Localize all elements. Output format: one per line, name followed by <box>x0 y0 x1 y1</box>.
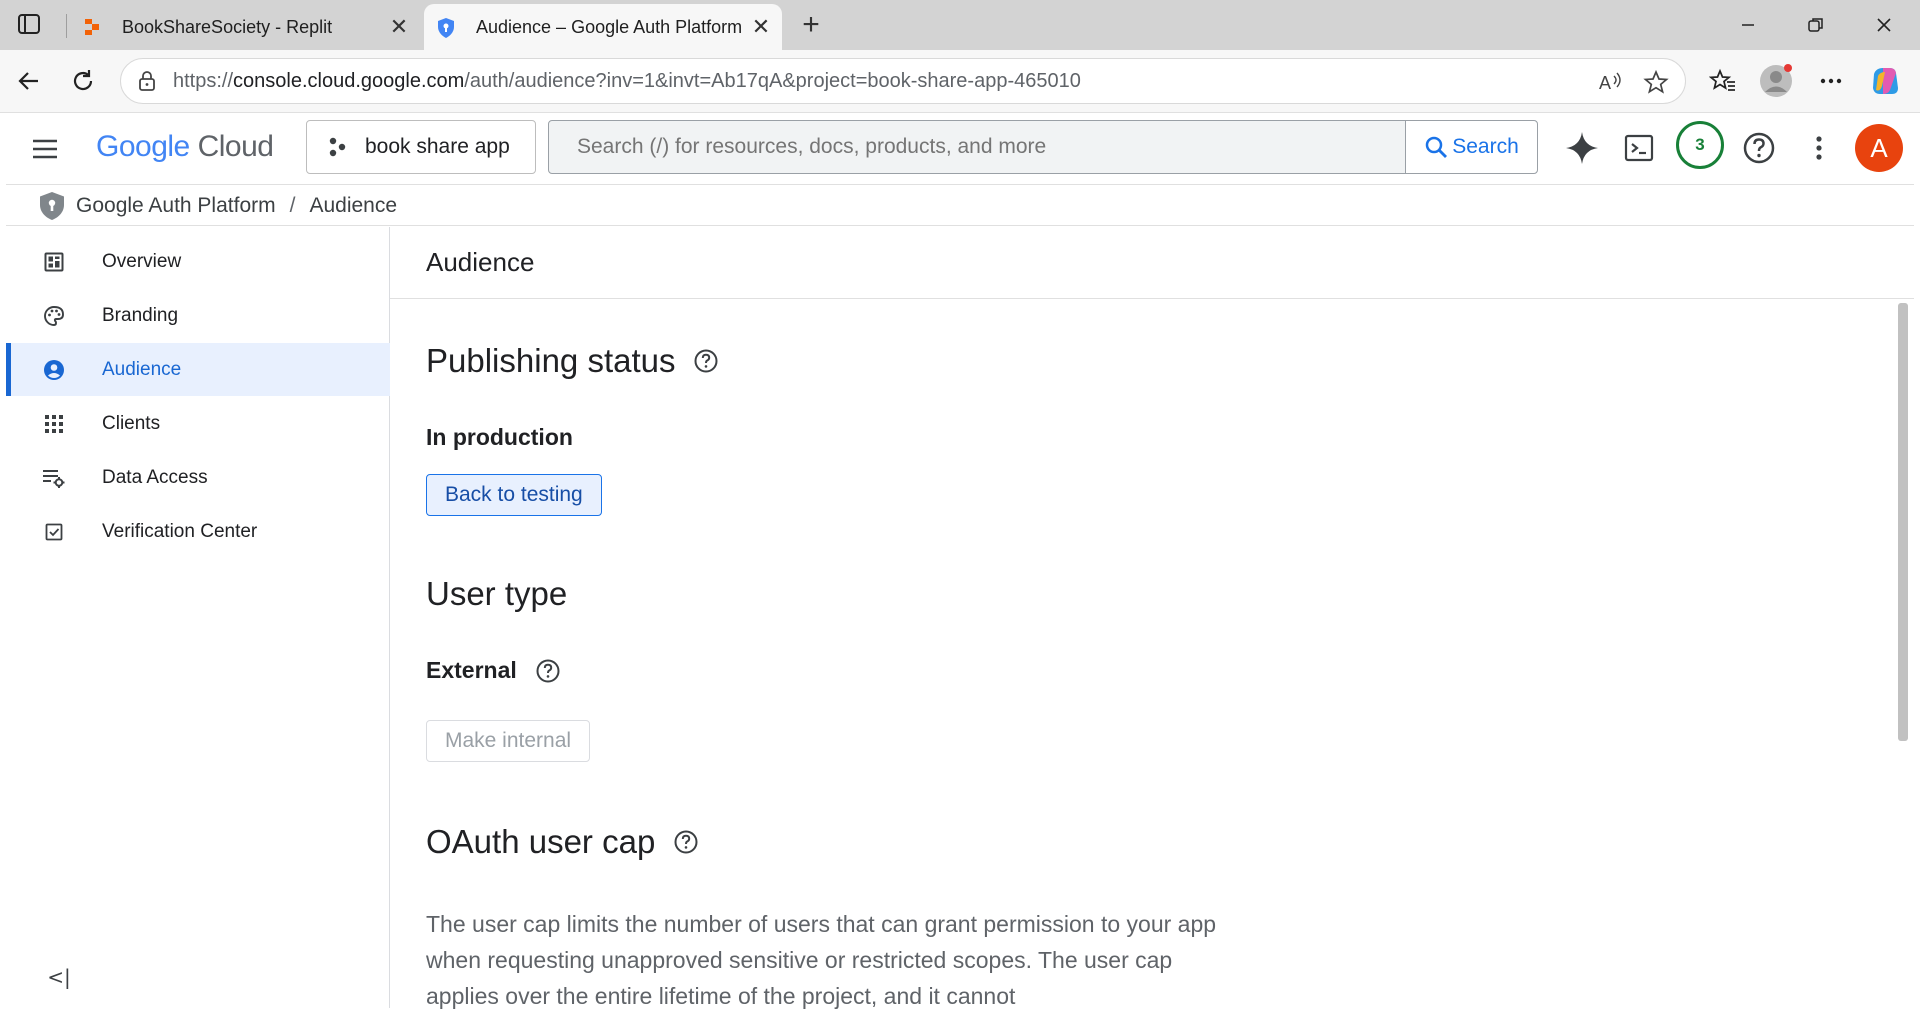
notifications-badge[interactable]: 3 <box>1676 121 1724 169</box>
palette-icon <box>42 304 66 328</box>
make-internal-button[interactable]: Make internal <box>426 720 591 762</box>
profile-icon[interactable] <box>1757 62 1795 100</box>
tab-divider <box>66 14 67 38</box>
back-icon[interactable] <box>10 62 48 100</box>
account-circle-icon <box>42 358 66 382</box>
tab-actions-icon[interactable] <box>16 12 44 38</box>
sidebar-item-verification-center[interactable]: Verification Center <box>6 505 390 558</box>
logo-google: Google <box>96 130 190 163</box>
dashboard-icon <box>42 250 66 274</box>
breadcrumb-separator: / <box>289 193 296 217</box>
page-header: Audience <box>390 227 1914 299</box>
sidebar-item-label: Audience <box>102 358 182 380</box>
url-omnibox[interactable]: https://console.cloud.google.com/auth/au… <box>120 58 1686 104</box>
minimize-icon[interactable] <box>1733 10 1763 40</box>
sidebar-item-audience[interactable]: Audience <box>6 343 390 396</box>
sidebar-item-label: Data Access <box>102 466 208 488</box>
scrollbar-thumb[interactable] <box>1898 303 1908 741</box>
sidebar-item-clients[interactable]: Clients <box>6 397 390 450</box>
help-circle-icon[interactable] <box>535 658 561 684</box>
cloud-shell-terminal-icon[interactable] <box>1619 128 1659 168</box>
search-input[interactable] <box>575 134 1375 160</box>
gemini-sparkle-icon[interactable] <box>1562 128 1602 168</box>
auth-platform-shield-icon <box>38 191 66 221</box>
publishing-status-heading: Publishing status <box>426 342 719 380</box>
reload-icon[interactable] <box>64 62 102 100</box>
apps-grid-icon <box>42 412 66 436</box>
favorite-star-icon[interactable] <box>1641 67 1671 97</box>
list-settings-icon <box>42 466 66 490</box>
user-type-heading: User type <box>426 575 567 613</box>
sidebar-item-label: Clients <box>102 412 161 434</box>
help-circle-icon[interactable] <box>693 348 719 374</box>
sidebar-item-overview[interactable]: Overview <box>6 235 390 288</box>
svg-text:A: A <box>1599 73 1611 93</box>
search-bar: Search <box>548 120 1538 174</box>
help-circle-icon[interactable] <box>673 829 699 855</box>
publishing-status-value: In production <box>426 424 573 450</box>
user-type-value: External <box>426 657 561 684</box>
section-title-text: OAuth user cap <box>426 823 656 860</box>
help-icon[interactable] <box>1739 128 1779 168</box>
new-tab-button[interactable]: + <box>794 8 828 42</box>
tab-replit[interactable]: BookShareSociety - Replit ✕ <box>70 4 420 50</box>
breadcrumb-item-auth-platform[interactable]: Google Auth Platform <box>76 194 276 218</box>
site-info-lock-icon[interactable] <box>135 69 159 93</box>
sidebar-item-label: Overview <box>102 250 182 272</box>
main-menu-icon[interactable] <box>30 134 60 164</box>
search-icon <box>1425 136 1448 158</box>
section-title-text: Publishing status <box>426 342 676 379</box>
section-title-text: User type <box>426 575 568 612</box>
url-text: https://console.cloud.google.com/auth/au… <box>173 69 1081 92</box>
main-content: Audience Publishing status In production… <box>390 227 1914 1009</box>
more-menu-icon[interactable] <box>1812 62 1850 100</box>
search-button-label: Search <box>1452 135 1519 158</box>
project-name: book share app <box>365 135 510 158</box>
oauth-user-cap-description: The user cap limits the number of users … <box>426 911 1217 1009</box>
read-aloud-icon[interactable]: A <box>1595 67 1625 97</box>
side-navigation: Overview Branding Audience Clients Data … <box>6 227 390 1008</box>
checkbox-icon <box>42 520 66 544</box>
replit-favicon-icon <box>82 17 102 37</box>
breadcrumb-item-audience: Audience <box>309 193 398 217</box>
page-title: Audience <box>426 247 535 277</box>
tab-close-icon[interactable]: ✕ <box>384 12 414 42</box>
logo-cloud: Cloud <box>197 130 274 163</box>
address-bar: https://console.cloud.google.com/auth/au… <box>0 50 1920 113</box>
tab-close-icon[interactable]: ✕ <box>746 12 776 42</box>
oauth-user-cap-heading: OAuth user cap <box>426 823 699 861</box>
tab-title: Audience – Google Auth Platform <box>476 16 743 37</box>
restore-icon[interactable] <box>1801 10 1831 40</box>
sidebar-item-label: Branding <box>102 304 179 326</box>
browser-tab-strip: BookShareSociety - Replit ✕ Audience – G… <box>0 0 1920 50</box>
window-close-icon[interactable] <box>1869 10 1899 40</box>
breadcrumb: Google Auth Platform / Audience <box>6 186 1914 226</box>
favorites-icon[interactable] <box>1704 62 1742 100</box>
project-picker-button[interactable]: book share app <box>306 120 536 174</box>
copilot-icon[interactable] <box>1866 62 1904 100</box>
tab-title: BookShareSociety - Replit <box>122 16 333 37</box>
shield-favicon-icon <box>436 17 456 38</box>
more-vert-icon[interactable] <box>1799 128 1839 168</box>
tab-google-auth[interactable]: Audience – Google Auth Platform ✕ <box>424 4 782 50</box>
google-cloud-logo[interactable]: Google Cloud <box>96 130 274 164</box>
account-avatar[interactable]: A <box>1855 124 1903 172</box>
collapse-sidebar-icon[interactable]: <| <box>44 962 74 992</box>
console-header: Google Cloud book share app Search 3 A <box>6 114 1914 185</box>
search-button[interactable]: Search <box>1405 121 1537 173</box>
project-dots-icon <box>327 136 349 158</box>
back-to-testing-button[interactable]: Back to testing <box>426 474 602 516</box>
sidebar-item-data-access[interactable]: Data Access <box>6 451 390 504</box>
sidebar-item-branding[interactable]: Branding <box>6 289 390 342</box>
user-type-text: External <box>426 657 517 683</box>
sidebar-item-label: Verification Center <box>102 520 258 542</box>
